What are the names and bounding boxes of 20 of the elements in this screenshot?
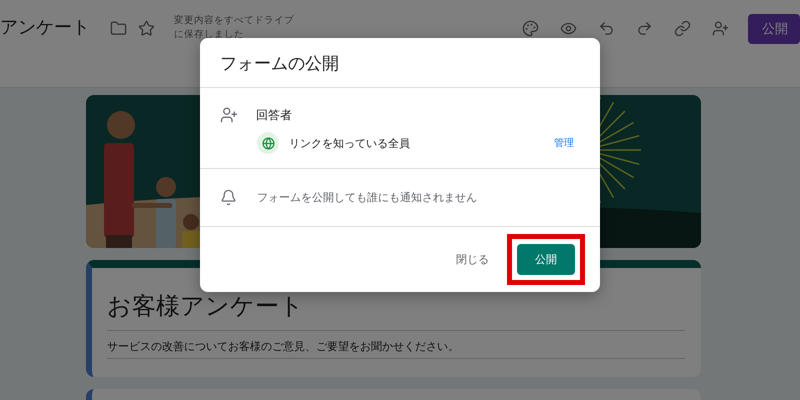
close-button[interactable]: 閉じる — [456, 244, 489, 275]
notice-text: フォームを公開しても誰にも通知されません — [257, 190, 477, 205]
manage-link[interactable]: 管理 — [554, 136, 574, 150]
redo-icon[interactable] — [636, 20, 652, 36]
responders-label: 回答者 — [256, 106, 292, 124]
link-icon[interactable] — [674, 20, 690, 36]
publish-button[interactable]: 公開 — [517, 244, 575, 275]
add-person-icon[interactable] — [712, 20, 728, 36]
star-icon[interactable] — [138, 20, 154, 36]
add-person-icon — [220, 106, 238, 124]
publish-button[interactable]: 公開 — [748, 14, 800, 44]
undo-icon[interactable] — [598, 20, 614, 36]
form-title: アンケート — [0, 16, 90, 40]
palette-icon[interactable] — [522, 20, 538, 36]
bell-icon — [220, 189, 237, 206]
folder-icon[interactable] — [110, 20, 126, 36]
form-description[interactable]: サービスの改善についてお客様のご意見、ご要望をお聞かせください。 — [107, 331, 685, 359]
globe-icon — [257, 132, 279, 154]
dialog-title: フォームの公開 — [200, 38, 600, 88]
audience-text: リンクを知っている全員 — [289, 136, 411, 150]
